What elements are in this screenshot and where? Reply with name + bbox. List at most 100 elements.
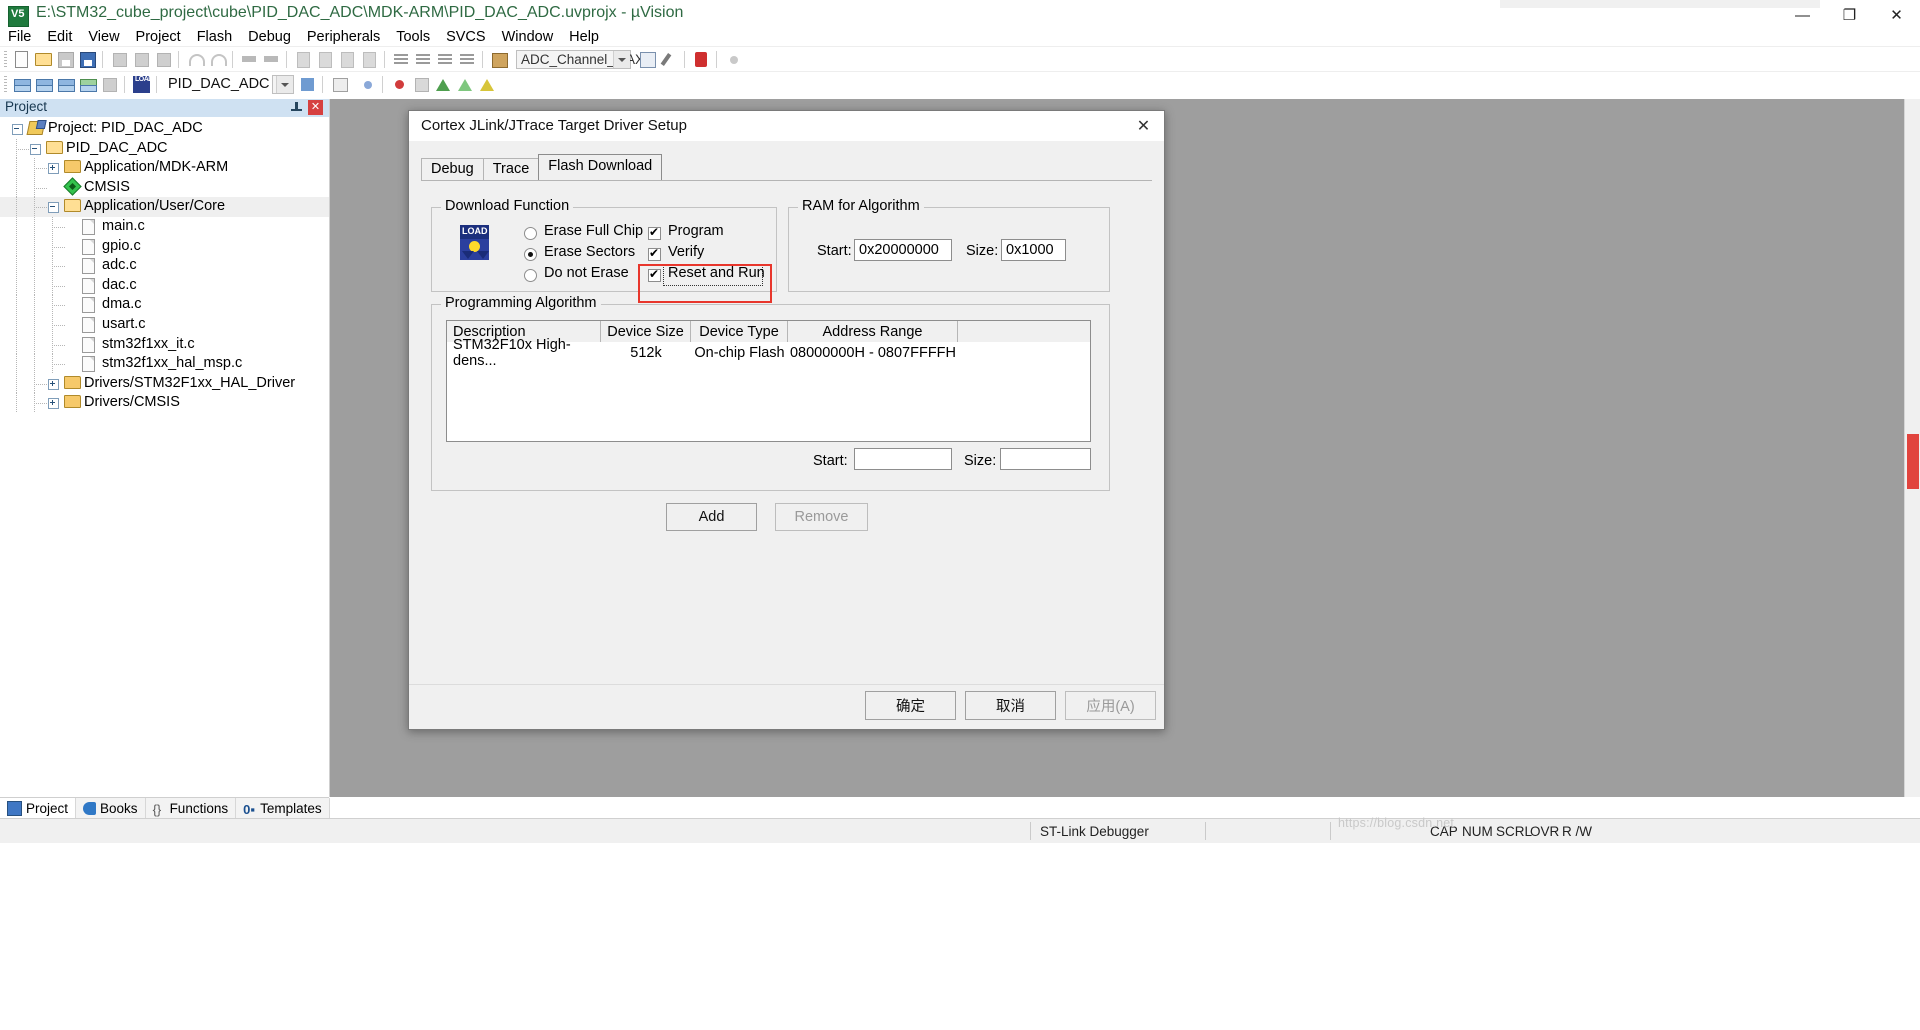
- menu-item-edit[interactable]: Edit: [39, 27, 80, 47]
- expand-icon[interactable]: [48, 378, 59, 390]
- open-file-icon[interactable]: [34, 50, 53, 69]
- new-file-icon[interactable]: [12, 50, 31, 69]
- target-combo[interactable]: ADC_Channel_MAX: [516, 50, 644, 69]
- radio-do-not-erase[interactable]: [524, 269, 537, 282]
- column-device-size[interactable]: Device Size: [601, 321, 691, 342]
- target-options-icon[interactable]: [638, 50, 657, 69]
- manage-components-icon[interactable]: [660, 50, 679, 69]
- add-button[interactable]: Add: [666, 503, 757, 531]
- navigate-forward-icon[interactable]: [262, 50, 281, 69]
- manage-project-items-icon[interactable]: [298, 75, 317, 94]
- tab-flash-download[interactable]: Flash Download: [538, 154, 663, 180]
- toolbar-grip[interactable]: [4, 76, 7, 93]
- tree-item[interactable]: dma.c: [0, 295, 329, 316]
- configure-target-icon[interactable]: [490, 50, 509, 69]
- checkbox-verify[interactable]: [648, 246, 661, 261]
- tree-item[interactable]: usart.c: [0, 314, 329, 335]
- save-all-icon[interactable]: [78, 50, 97, 69]
- algorithm-size-input[interactable]: [1000, 448, 1091, 470]
- tree-item[interactable]: PID_DAC_ADC: [0, 138, 329, 159]
- tree-item[interactable]: Application/MDK-ARM: [0, 158, 329, 179]
- algorithm-start-input[interactable]: [854, 448, 952, 470]
- menu-item-window[interactable]: Window: [494, 27, 562, 47]
- paste-icon[interactable]: [154, 50, 173, 69]
- load-icon[interactable]: LOAD: [132, 75, 153, 94]
- tab-functions[interactable]: {} Functions: [146, 798, 237, 819]
- menu-item-debug[interactable]: Debug: [240, 27, 299, 47]
- table-row[interactable]: STM32F10x High-dens... 512k On-chip Flas…: [447, 337, 1090, 369]
- start-debug-icon[interactable]: [358, 75, 377, 94]
- translate-icon[interactable]: [78, 75, 97, 94]
- menu-item-view[interactable]: View: [80, 27, 127, 47]
- chevron-down-icon[interactable]: [613, 51, 630, 68]
- column-address-range[interactable]: Address Range: [788, 321, 958, 342]
- indent-icon[interactable]: [392, 50, 411, 69]
- menu-item-peripherals[interactable]: Peripherals: [299, 27, 388, 47]
- tree-item[interactable]: stm32f1xx_it.c: [0, 334, 329, 355]
- copy-icon[interactable]: [132, 50, 151, 69]
- redo-icon[interactable]: [208, 50, 227, 69]
- checkbox-program[interactable]: [648, 225, 661, 240]
- tree-item[interactable]: main.c: [0, 216, 329, 237]
- menu-item-project[interactable]: Project: [128, 27, 189, 47]
- collapse-icon[interactable]: [48, 202, 59, 214]
- tree-item[interactable]: adc.c: [0, 256, 329, 277]
- toolbar-grip[interactable]: [4, 51, 7, 68]
- tree-item[interactable]: gpio.c: [0, 236, 329, 257]
- comment-icon[interactable]: [436, 50, 455, 69]
- expand-icon[interactable]: [48, 163, 59, 175]
- radio-erase-full-chip[interactable]: [524, 227, 537, 240]
- batch-build-icon[interactable]: [56, 75, 75, 94]
- menu-item-file[interactable]: File: [0, 27, 39, 47]
- tab-trace[interactable]: Trace: [482, 158, 540, 180]
- menu-item-svcs[interactable]: SVCS: [438, 27, 494, 47]
- project-combo[interactable]: PID_DAC_ADC: [164, 75, 270, 94]
- project-tree[interactable]: Project: PID_DAC_ADC PID_DAC_ADC Applicati…: [0, 119, 329, 795]
- menu-item-flash[interactable]: Flash: [189, 27, 240, 47]
- ram-start-input[interactable]: 0x20000000: [854, 239, 952, 261]
- undo-icon[interactable]: [186, 50, 205, 69]
- pin-icon[interactable]: [290, 101, 303, 114]
- tree-item[interactable]: Project: PID_DAC_ADC: [0, 119, 329, 139]
- insert-breakpoint-icon[interactable]: [390, 75, 409, 94]
- tab-debug[interactable]: Debug: [421, 158, 484, 180]
- project-combo-arrow[interactable]: [272, 75, 294, 94]
- tree-item[interactable]: Drivers/CMSIS: [0, 393, 329, 414]
- tree-item[interactable]: stm32f1xx_hal_msp.c: [0, 354, 329, 375]
- radio-erase-sectors[interactable]: [524, 248, 537, 261]
- ram-size-input[interactable]: 0x1000: [1001, 239, 1066, 261]
- chevron-down-icon[interactable]: [276, 76, 293, 93]
- download-flash-icon[interactable]: [434, 75, 453, 94]
- bookmark-next-icon[interactable]: [338, 50, 357, 69]
- tab-templates[interactable]: 0▪ Templates: [236, 798, 330, 819]
- bookmark-toggle-icon[interactable]: [294, 50, 313, 69]
- configure-flash-icon[interactable]: [478, 75, 497, 94]
- navigate-back-icon[interactable]: [240, 50, 259, 69]
- menu-item-help[interactable]: Help: [561, 27, 607, 47]
- collapse-icon[interactable]: [30, 143, 41, 155]
- bookmark-prev-icon[interactable]: [316, 50, 335, 69]
- tree-item[interactable]: Drivers/STM32F1xx_HAL_Driver: [0, 373, 329, 394]
- bullet-icon[interactable]: [724, 50, 743, 69]
- stop-build-icon[interactable]: [100, 75, 119, 94]
- tree-item[interactable]: CMSIS: [0, 177, 329, 198]
- kill-breakpoints-icon[interactable]: [412, 75, 431, 94]
- expand-icon[interactable]: [48, 398, 59, 410]
- uncomment-icon[interactable]: [458, 50, 477, 69]
- menu-item-tools[interactable]: Tools: [388, 27, 438, 47]
- scrollbar-thumb[interactable]: [1907, 434, 1919, 489]
- editor-scrollbar[interactable]: [1904, 99, 1920, 797]
- collapse-icon[interactable]: [12, 124, 23, 135]
- ok-button[interactable]: 确定: [865, 691, 956, 720]
- close-icon[interactable]: ✕: [308, 100, 323, 115]
- tree-item[interactable]: dac.c: [0, 275, 329, 296]
- build-icon[interactable]: [12, 75, 31, 94]
- cut-icon[interactable]: [110, 50, 129, 69]
- tab-project[interactable]: Project: [0, 798, 77, 820]
- tab-books[interactable]: Books: [76, 798, 146, 819]
- bookmark-clear-icon[interactable]: [360, 50, 379, 69]
- column-device-type[interactable]: Device Type: [691, 321, 788, 342]
- close-icon[interactable]: ✕: [1127, 114, 1160, 138]
- erase-flash-icon[interactable]: [456, 75, 475, 94]
- rebuild-icon[interactable]: [34, 75, 53, 94]
